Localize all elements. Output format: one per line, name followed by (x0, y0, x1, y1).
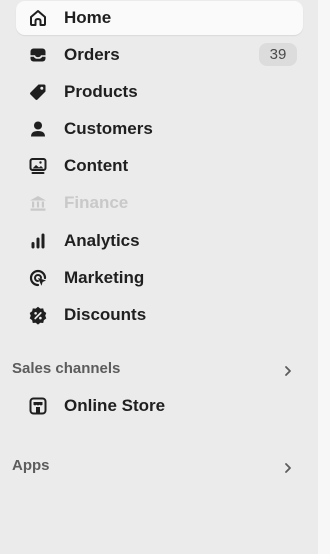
orders-count-badge: 39 (259, 43, 297, 66)
sales-channels-section-header[interactable]: Sales channels (0, 358, 303, 380)
sidebar-item-label: Products (64, 82, 138, 101)
chevron-right-icon[interactable] (281, 461, 295, 475)
apps-section-header[interactable]: Apps (0, 455, 303, 477)
sidebar-edge (318, 0, 330, 554)
sidebar-item-label: Finance (64, 193, 129, 212)
home-icon (28, 8, 48, 28)
sidebar-item-orders[interactable]: Orders 39 (16, 38, 303, 72)
sidebar-item-label: Marketing (64, 268, 145, 287)
sidebar-item-label: Customers (64, 119, 153, 138)
tag-icon (28, 82, 48, 102)
bank-icon (28, 193, 48, 213)
target-icon (28, 268, 48, 288)
sidebar-item-online-store[interactable]: Online Store (16, 389, 303, 423)
sidebar-item-label: Home (64, 8, 112, 27)
section-heading: Apps (12, 457, 50, 474)
bar-chart-icon (28, 231, 48, 251)
image-icon (28, 156, 48, 176)
sidebar-item-label: Content (64, 156, 129, 175)
sidebar-item-label: Orders (64, 45, 120, 64)
sidebar-item-analytics[interactable]: Analytics (16, 224, 303, 258)
sidebar-item-label: Discounts (64, 305, 147, 324)
inbox-icon (28, 45, 48, 65)
store-icon (28, 396, 48, 416)
sidebar-item-customers[interactable]: Customers (16, 112, 303, 146)
sidebar-item-home[interactable]: Home (16, 1, 303, 35)
chevron-right-icon[interactable] (281, 364, 295, 378)
person-icon (28, 119, 48, 139)
sidebar-item-label: Online Store (64, 396, 166, 415)
sidebar-item-content[interactable]: Content (16, 149, 303, 183)
sidebar-item-marketing[interactable]: Marketing (16, 261, 303, 295)
sidebar-item-discounts[interactable]: Discounts (16, 298, 303, 332)
sidebar-nav: Home Orders 39 Products Customers Conten… (0, 0, 318, 554)
section-heading: Sales channels (12, 360, 121, 377)
sidebar-item-finance[interactable]: Finance (16, 186, 303, 220)
sidebar-item-label: Analytics (64, 231, 140, 250)
sidebar-item-products[interactable]: Products (16, 75, 303, 109)
discount-icon (28, 305, 48, 325)
